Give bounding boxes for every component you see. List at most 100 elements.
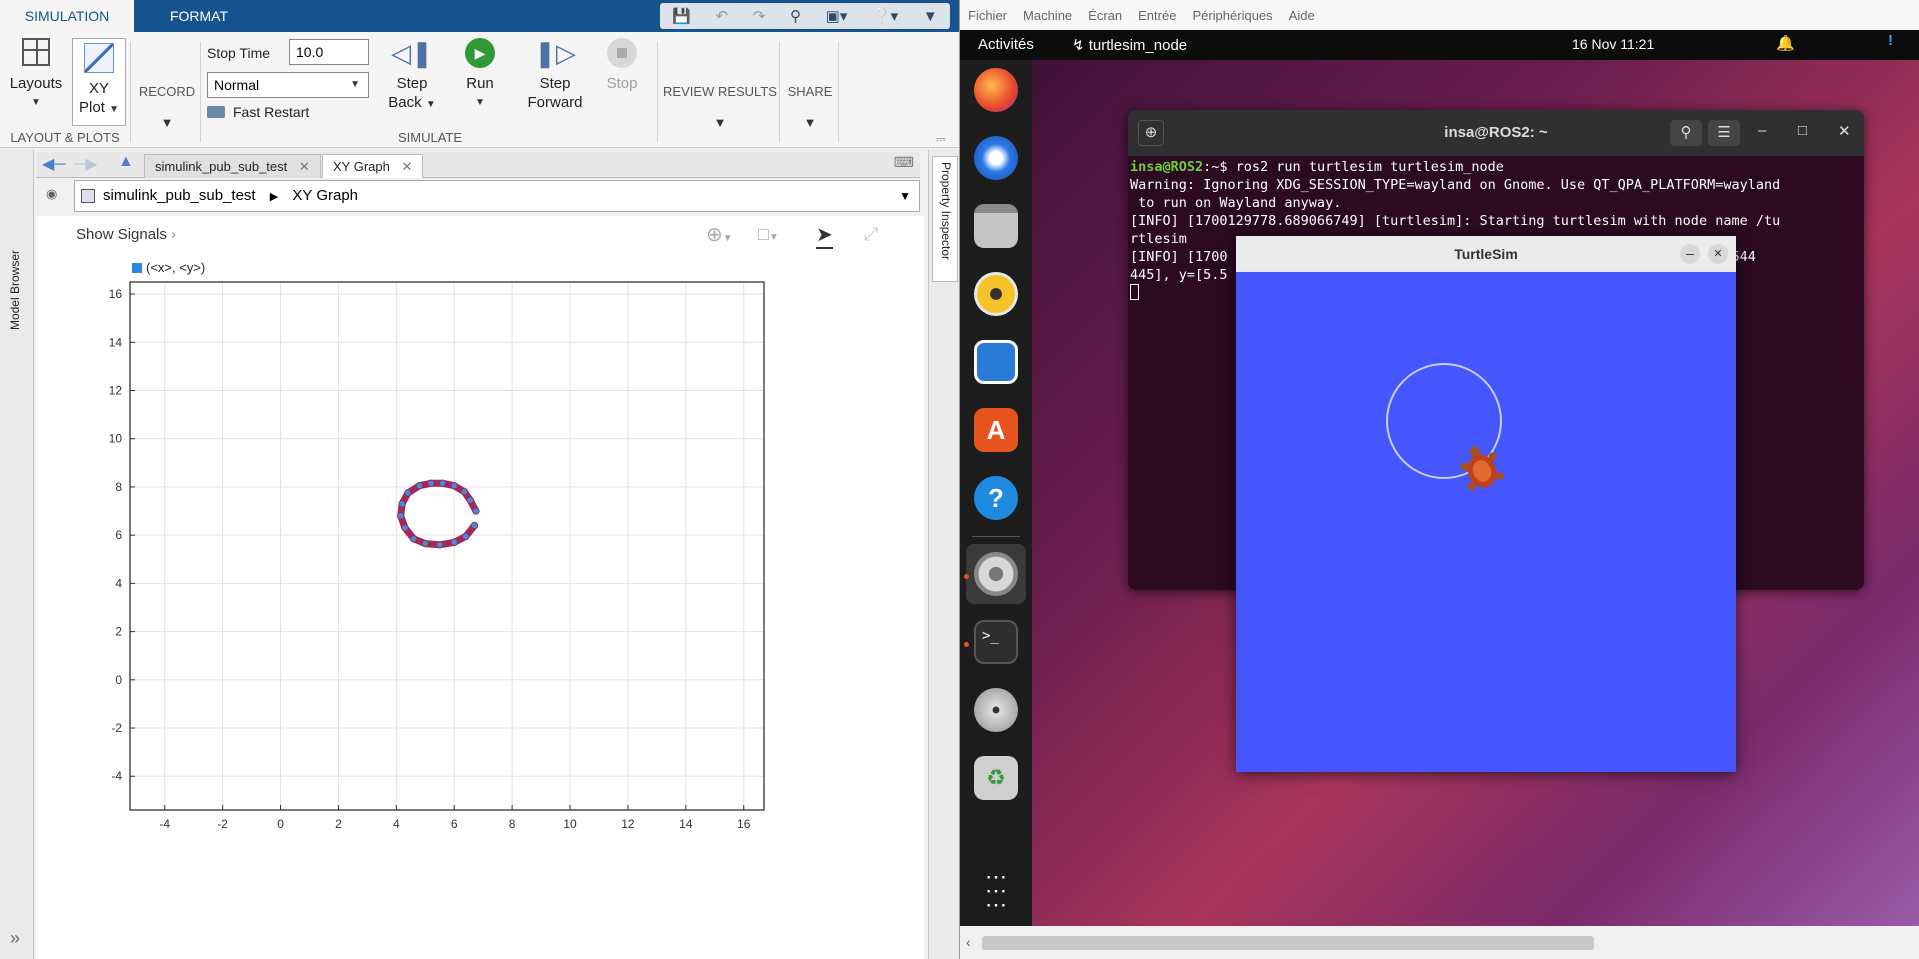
step-back-button[interactable]: ◁❚ Step Back ▼ [384, 38, 440, 114]
data-point [427, 479, 435, 488]
step-forward-label-1: Step [539, 75, 571, 92]
prompt-command: :~$ ros2 run turtlesim turtlesim_node [1203, 159, 1504, 175]
expand-icon[interactable]: » [10, 928, 20, 949]
search-icon[interactable]: ⚲ [1670, 120, 1702, 146]
fast-restart-toggle[interactable]: Fast Restart [207, 104, 309, 120]
app-menu[interactable]: ↯ turtlesim_node [1072, 36, 1187, 54]
keyboard-icon[interactable]: ⌨ [894, 154, 914, 171]
x-tick-label: 2 [335, 817, 342, 831]
menu-screen[interactable]: Écran [1088, 8, 1122, 23]
xy-plot-icon [84, 43, 114, 73]
terminal-line: 445], y=[5.5 [1130, 267, 1228, 283]
data-point [460, 488, 469, 496]
find-icon[interactable]: ▣▾ [826, 7, 848, 25]
stop-time-input[interactable] [289, 39, 369, 65]
step-back-label-2: Back [388, 94, 422, 111]
tab-xy-graph[interactable]: XY Graph ✕ [322, 154, 424, 178]
notification-icon[interactable]: ! [1888, 32, 1893, 49]
run-button[interactable]: ▶ Run ▼ [450, 38, 510, 112]
activities-button[interactable]: Activités [978, 36, 1034, 53]
breadcrumb-block[interactable]: XY Graph [292, 187, 358, 204]
writer-icon[interactable] [974, 340, 1018, 384]
menu-devices[interactable]: Périphériques [1192, 8, 1272, 23]
save-icon[interactable]: 💾 [672, 7, 691, 25]
software-icon[interactable]: A [974, 408, 1018, 452]
firefox-icon[interactable] [974, 68, 1018, 112]
menu-help[interactable]: Aide [1289, 8, 1315, 23]
thunderbird-icon[interactable] [974, 136, 1018, 180]
up-arrow-icon[interactable]: ▲ [118, 153, 134, 171]
scroll-left-icon[interactable]: ‹ [966, 934, 971, 950]
data-point [472, 507, 480, 515]
back-arrow-icon[interactable]: ◀─ [42, 154, 66, 174]
trash-icon[interactable]: ♻ [974, 756, 1018, 800]
menu-input[interactable]: Entrée [1138, 8, 1176, 23]
menu-file[interactable]: Fichier [968, 8, 1007, 23]
step-forward-icon: ❚▷ [534, 38, 576, 68]
step-back-icon: ◁❚ [391, 38, 433, 68]
close-icon[interactable]: ✕ [401, 159, 412, 174]
chevron-down-icon: ▼ [109, 104, 119, 115]
search-icon[interactable]: ⚲ [790, 7, 801, 25]
y-tick-label: -4 [111, 769, 122, 783]
app-grid-icon[interactable]: ⋯ ⋯ ⋯ [974, 866, 1018, 916]
xy-graph-panel: Show Signals › ⊕▼ □▼ ➤ ⤢ (<x>, <y>) -4 -2… [36, 216, 924, 959]
terminal-icon[interactable]: >_ [974, 620, 1018, 664]
data-point [450, 538, 458, 547]
model-browser-tab[interactable]: Model Browser [8, 250, 22, 330]
settings-icon[interactable] [974, 552, 1018, 596]
rhythmbox-icon[interactable] [974, 272, 1018, 316]
tab-model[interactable]: simulink_pub_sub_test ✕ [144, 154, 321, 178]
app-menu-label: turtlesim_node [1088, 37, 1188, 54]
chevron-down-icon[interactable]: ▼ [899, 181, 911, 211]
layouts-button[interactable]: Layouts ▼ [6, 38, 66, 112]
y-tick-label: 6 [115, 528, 122, 542]
vm-horizontal-scrollbar[interactable]: ‹ [960, 926, 1919, 959]
layout-grid-icon [22, 38, 50, 66]
simulation-mode-select[interactable]: Normal ▼ [207, 72, 369, 98]
stop-button[interactable]: Stop [600, 38, 644, 93]
xy-plot-button[interactable]: XY Plot ▼ [72, 38, 126, 126]
chevron-down-icon[interactable]: ▼ [923, 8, 938, 25]
close-icon[interactable]: ✕ [299, 159, 310, 174]
terminal-title: insa@ROS2: ~ [1444, 124, 1548, 141]
chevron-down-icon: ▼ [350, 79, 360, 90]
share-button[interactable]: SHARE ▼ [782, 82, 838, 132]
fast-restart-icon [207, 106, 225, 118]
help-icon[interactable]: ❔▾ [872, 7, 898, 25]
minimize-icon[interactable]: – [1758, 122, 1766, 139]
x-tick-label: 6 [451, 817, 458, 831]
minimize-icon[interactable]: – [1680, 244, 1700, 264]
tab-format[interactable]: FORMAT [134, 0, 264, 32]
record-button[interactable]: RECORD ▼ [136, 82, 198, 132]
hide-explorer-icon[interactable]: ◉ [46, 186, 57, 202]
review-results-button[interactable]: REVIEW RESULTS ▼ [662, 82, 778, 132]
redo-icon[interactable]: ↷ [753, 7, 766, 25]
dock: A ? >_ ♻ ⋯ ⋯ ⋯ [960, 60, 1032, 926]
tab-simulation[interactable]: SIMULATION [0, 0, 134, 32]
close-icon[interactable]: ✕ [1708, 244, 1728, 264]
x-tick-label: 12 [621, 817, 635, 831]
help-icon[interactable]: ? [974, 476, 1018, 520]
menu-icon[interactable]: ☰ [1708, 120, 1740, 146]
prompt-user: insa@ROS2 [1130, 159, 1204, 175]
xy-plot-label-2: Plot [79, 99, 105, 116]
collapse-ribbon-icon[interactable]: ⎓ [936, 132, 946, 147]
xy-plot-chart[interactable]: -4 -2 0 2 4 6 8 10 12 14 16 -4 -2 0 2 4 6 8 10 12 14 16 [36, 216, 924, 959]
maximize-icon[interactable]: □ [1798, 122, 1807, 139]
ribbon-tab-bar: SIMULATION FORMAT 💾 ↶ ↷ ⚲ ▣▾ ❔▾ ▼ [0, 0, 959, 32]
x-tick-label: 4 [393, 817, 400, 831]
clock[interactable]: 16 Nov 11:21 [1572, 36, 1654, 52]
step-forward-button[interactable]: ❚▷ Step Forward [518, 38, 592, 112]
chevron-down-icon: ▼ [475, 97, 485, 108]
undo-icon[interactable]: ↶ [716, 7, 729, 25]
scrollbar-thumb[interactable] [982, 936, 1594, 950]
forward-arrow-icon[interactable]: ─▶ [74, 154, 98, 174]
data-point [436, 541, 444, 549]
breadcrumb-model[interactable]: simulink_pub_sub_test [103, 187, 256, 204]
menu-machine[interactable]: Machine [1023, 8, 1072, 23]
disc-icon[interactable] [974, 688, 1018, 732]
close-icon[interactable]: ✕ [1838, 122, 1851, 140]
tab-model-label: simulink_pub_sub_test [155, 159, 288, 174]
files-icon[interactable] [974, 204, 1018, 248]
